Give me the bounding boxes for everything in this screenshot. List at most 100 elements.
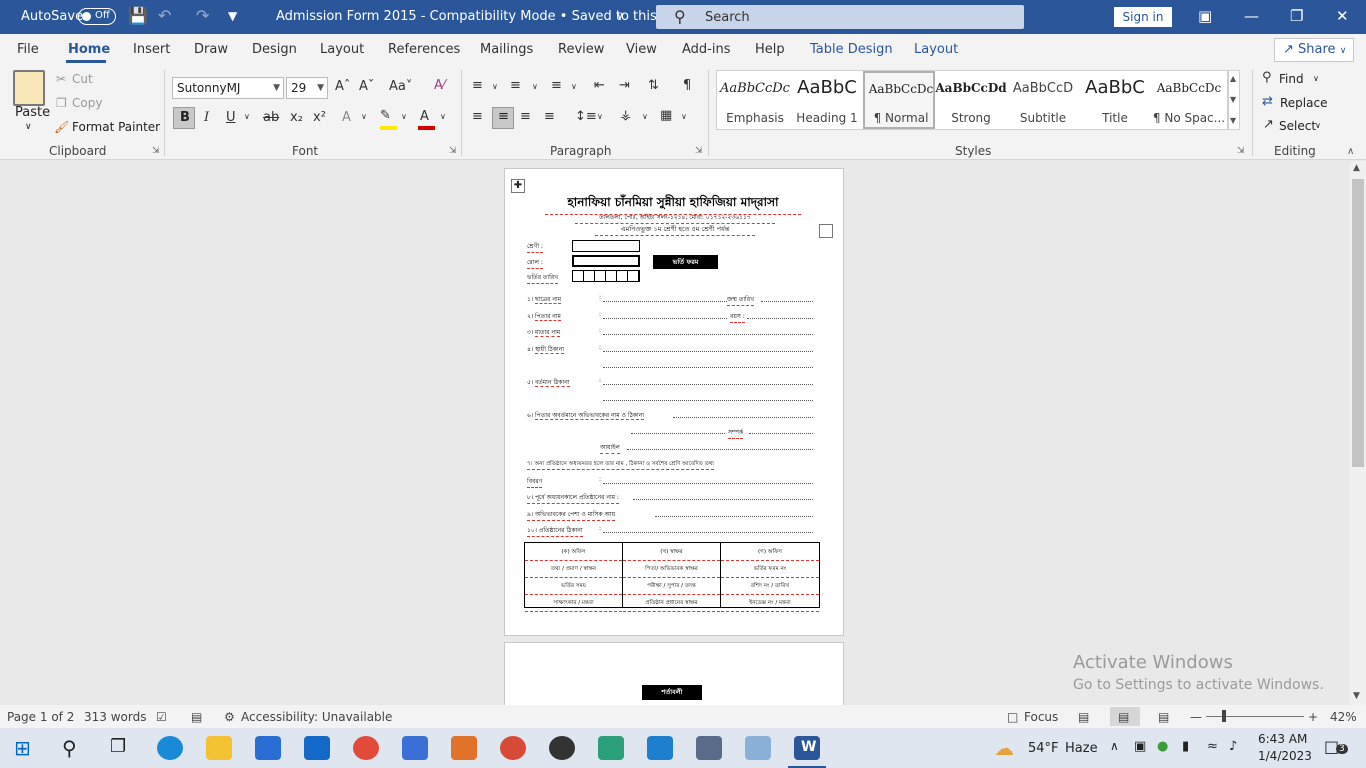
replace-button[interactable]: Replace bbox=[1280, 96, 1327, 110]
focus-button[interactable]: Focus bbox=[1024, 710, 1058, 724]
volume-icon[interactable]: ♪ bbox=[1229, 739, 1237, 754]
field-class-box[interactable] bbox=[572, 240, 640, 252]
style-title[interactable]: AaBbC Title bbox=[1079, 71, 1151, 129]
app-icon-2[interactable] bbox=[647, 736, 673, 760]
decrease-indent-icon[interactable]: ⇤ bbox=[594, 78, 605, 93]
highlight-icon[interactable]: ✎ bbox=[380, 108, 391, 123]
font-color-dropdown-icon[interactable]: ∨ bbox=[440, 112, 446, 121]
line-spacing-dropdown-icon[interactable]: ∨ bbox=[597, 112, 603, 121]
increase-indent-icon[interactable]: ⇥ bbox=[619, 78, 630, 93]
highlight-dropdown-icon[interactable]: ∨ bbox=[401, 112, 407, 121]
cut-icon[interactable]: ✂ bbox=[56, 72, 66, 86]
scroll-up-icon[interactable]: ▲ bbox=[1353, 163, 1360, 173]
superscript-icon[interactable]: x² bbox=[313, 110, 326, 125]
word-count[interactable]: 313 words bbox=[84, 710, 146, 724]
subscript-icon[interactable]: x₂ bbox=[290, 110, 303, 125]
underline-dropdown-icon[interactable]: ∨ bbox=[244, 112, 250, 121]
sort-icon[interactable]: ⇅ bbox=[648, 78, 659, 93]
close-icon[interactable]: ✕ bbox=[1336, 7, 1349, 25]
tab-mailings[interactable]: Mailings bbox=[480, 42, 533, 57]
media-icon[interactable] bbox=[549, 736, 575, 760]
font-size-box[interactable]: 29 ▼ bbox=[286, 77, 328, 99]
styles-scroll[interactable]: ▲ ▼ ▼ bbox=[1228, 70, 1240, 130]
document-area[interactable]: ✚ হানাফিয়া চাঁনমিয়া সুন্নীয়া হাফিজিয়… bbox=[0, 161, 1350, 705]
clipboard-launcher-icon[interactable]: ⇲ bbox=[152, 146, 160, 156]
zoom-slider-thumb[interactable] bbox=[1222, 710, 1226, 722]
text-effects-icon[interactable]: A bbox=[342, 110, 351, 125]
borders-dropdown-icon[interactable]: ∨ bbox=[681, 112, 687, 121]
font-launcher-icon[interactable]: ⇲ bbox=[449, 146, 457, 156]
borders-icon[interactable]: ▦ bbox=[660, 108, 672, 123]
field-roll-box[interactable] bbox=[572, 255, 640, 267]
store-icon[interactable] bbox=[255, 736, 281, 760]
clock-time[interactable]: 6:43 AM bbox=[1258, 732, 1307, 746]
tab-review[interactable]: Review bbox=[558, 42, 604, 57]
paragraph-launcher-icon[interactable]: ⇲ bbox=[695, 146, 703, 156]
bullets-dropdown-icon[interactable]: ∨ bbox=[492, 82, 498, 91]
browser-icon[interactable] bbox=[500, 736, 526, 760]
chevron-down-icon[interactable]: ∨ bbox=[616, 9, 624, 22]
paste-dropdown-icon[interactable]: ∨ bbox=[25, 122, 32, 132]
show-formatting-icon[interactable]: ¶ bbox=[683, 78, 691, 93]
tab-layout[interactable]: Layout bbox=[320, 42, 364, 57]
change-case-icon[interactable]: Aa˅ bbox=[389, 79, 412, 94]
shrink-font-icon[interactable]: Aˇ bbox=[359, 79, 374, 94]
show-hidden-icons-icon[interactable]: ∧ bbox=[1110, 739, 1119, 753]
shading-dropdown-icon[interactable]: ∨ bbox=[642, 112, 648, 121]
shading-icon[interactable]: ⚶ bbox=[620, 108, 631, 123]
align-left-icon[interactable]: ≡ bbox=[472, 109, 483, 124]
multilevel-list-icon[interactable]: ≡ bbox=[551, 78, 562, 93]
redo-icon[interactable]: ↷ bbox=[196, 6, 209, 25]
copy-button[interactable]: Copy bbox=[72, 96, 102, 110]
replace-icon[interactable]: ⇄ bbox=[1262, 94, 1273, 109]
page-count[interactable]: Page 1 of 2 bbox=[7, 710, 74, 724]
vertical-scrollbar[interactable]: ▲ ▼ bbox=[1350, 161, 1366, 705]
read-mode-icon[interactable]: ▤ bbox=[1078, 710, 1089, 724]
text-effects-dropdown-icon[interactable]: ∨ bbox=[361, 112, 367, 121]
zoom-slider[interactable] bbox=[1206, 716, 1304, 717]
focus-icon[interactable]: □ bbox=[1007, 710, 1018, 724]
style-normal[interactable]: AaBbCcDc ¶ Normal bbox=[863, 71, 935, 129]
bullets-icon[interactable]: ≡ bbox=[472, 78, 483, 93]
web-layout-icon[interactable]: ▤ bbox=[1158, 710, 1169, 724]
select-dropdown-icon[interactable]: ∨ bbox=[1315, 121, 1321, 130]
scroll-down-icon[interactable]: ▼ bbox=[1353, 691, 1360, 701]
start-icon[interactable]: ⊞ bbox=[14, 736, 31, 760]
weather-text[interactable]: Haze bbox=[1065, 741, 1098, 756]
paste-icon[interactable] bbox=[13, 70, 45, 106]
chrome-icon[interactable] bbox=[353, 736, 379, 760]
collapse-ribbon-icon[interactable]: ∧ bbox=[1347, 146, 1354, 157]
battery-icon[interactable]: ▮ bbox=[1182, 739, 1189, 754]
autosave-toggle[interactable]: Off bbox=[78, 8, 116, 25]
tab-view[interactable]: View bbox=[626, 42, 657, 57]
accessibility-icon[interactable]: ⚙ bbox=[224, 710, 235, 724]
tab-home[interactable]: Home bbox=[68, 42, 110, 57]
zoom-in-icon[interactable]: + bbox=[1308, 710, 1318, 724]
app-icon-3[interactable] bbox=[696, 736, 722, 760]
tab-table-layout[interactable]: Layout bbox=[914, 42, 958, 57]
paint-icon[interactable] bbox=[745, 736, 771, 760]
grow-font-icon[interactable]: Aˆ bbox=[335, 79, 350, 94]
find-icon[interactable]: ⚲ bbox=[1262, 70, 1272, 85]
tab-references[interactable]: References bbox=[388, 42, 460, 57]
task-view-icon[interactable]: ❐ bbox=[110, 736, 126, 757]
style-strong[interactable]: AaBbCcDd Strong bbox=[935, 71, 1007, 129]
page-1[interactable]: ✚ হানাফিয়া চাঁনমিয়া সুন্নীয়া হাফিজিয়… bbox=[504, 168, 844, 636]
sign-in-button[interactable]: Sign in bbox=[1114, 7, 1172, 27]
app-icon-f[interactable] bbox=[598, 736, 624, 760]
format-painter-button[interactable]: Format Painter bbox=[72, 120, 160, 134]
justify-icon[interactable]: ≡ bbox=[544, 109, 555, 124]
find-button[interactable]: Find bbox=[1279, 72, 1304, 86]
table-move-handle-icon[interactable]: ✚ bbox=[511, 179, 525, 193]
tab-table-design[interactable]: Table Design bbox=[810, 42, 893, 57]
style-heading-1[interactable]: AaBbC Heading 1 bbox=[791, 71, 863, 129]
tab-add-ins[interactable]: Add-ins bbox=[682, 42, 730, 57]
page-2[interactable]: শর্তাবলী bbox=[504, 642, 844, 705]
underline-icon[interactable]: U bbox=[226, 110, 236, 125]
find-dropdown-icon[interactable]: ∨ bbox=[1313, 74, 1319, 83]
clear-formatting-icon[interactable]: A⁄ bbox=[434, 78, 445, 93]
bold-button[interactable]: B bbox=[173, 107, 195, 129]
undo-icon[interactable]: ↶ bbox=[158, 6, 171, 25]
font-name-box[interactable]: SutonnyMJ ▼ bbox=[172, 77, 284, 99]
security-icon[interactable]: ● bbox=[1157, 739, 1168, 754]
